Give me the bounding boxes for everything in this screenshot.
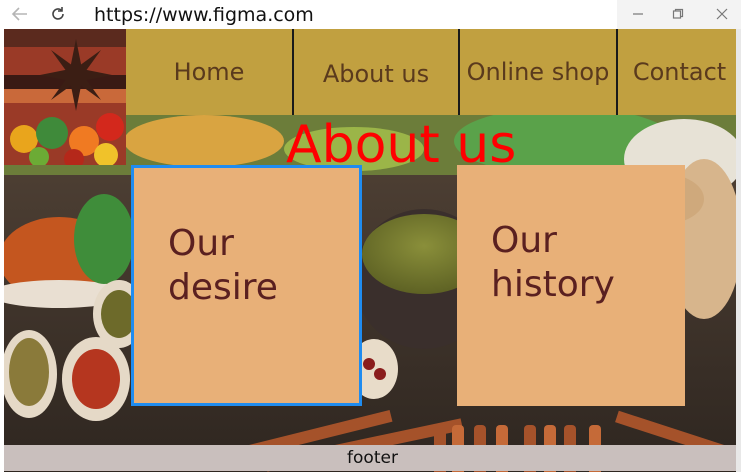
nav-contact[interactable]: Contact xyxy=(618,29,741,115)
card-label: Our desire xyxy=(168,223,278,308)
arrow-left-icon xyxy=(11,7,27,21)
main-navigation: Home About us Online shop Contact xyxy=(126,29,741,115)
address-bar[interactable]: https://www.figma.com xyxy=(80,1,616,29)
card-label: Our history xyxy=(491,220,615,305)
minimize-button[interactable] xyxy=(623,3,653,25)
nav-home[interactable]: Home xyxy=(126,29,292,115)
url-text: https://www.figma.com xyxy=(94,4,314,26)
close-button[interactable] xyxy=(707,3,737,25)
footer: footer xyxy=(4,445,741,471)
close-icon xyxy=(716,8,728,20)
card-our-desire[interactable]: Our desire xyxy=(131,165,362,406)
back-button[interactable] xyxy=(8,3,32,25)
nav-about-us[interactable]: About us xyxy=(294,29,458,115)
reload-button[interactable] xyxy=(46,3,70,25)
window-edge xyxy=(736,29,741,472)
restore-icon xyxy=(672,8,684,19)
spices-logo xyxy=(4,29,126,165)
card-our-history[interactable]: Our history xyxy=(457,165,685,406)
page-content: Home About us Online shop Contact About … xyxy=(4,29,741,472)
reload-icon xyxy=(52,7,64,20)
browser-toolbar: https://www.figma.com xyxy=(0,0,741,29)
restore-button[interactable] xyxy=(663,3,693,25)
window-controls xyxy=(617,0,741,29)
nav-online-shop[interactable]: Online shop xyxy=(460,29,616,115)
minimize-icon xyxy=(633,13,643,15)
